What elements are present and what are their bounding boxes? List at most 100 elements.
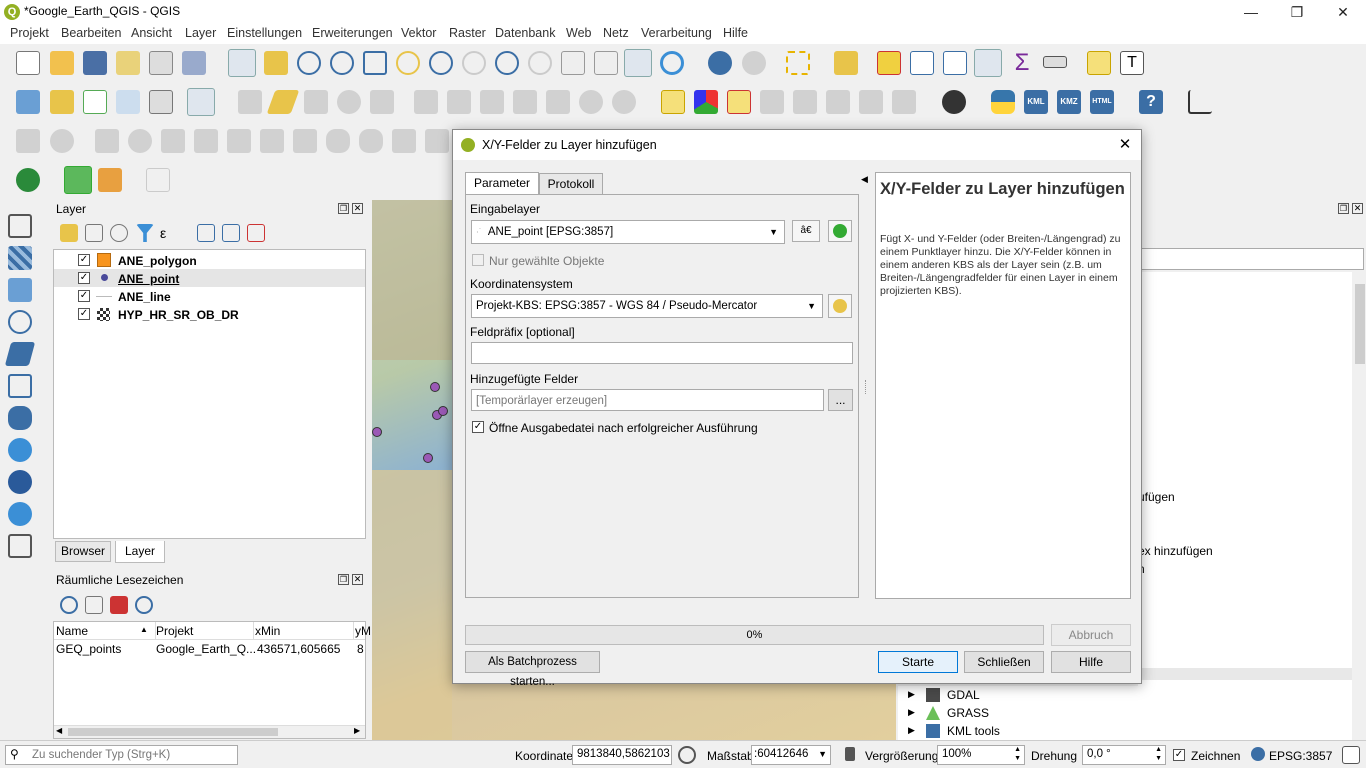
zoom-last-icon[interactable] bbox=[495, 51, 519, 75]
starte-button[interactable]: Starte bbox=[878, 651, 958, 673]
delete-part-icon[interactable] bbox=[293, 129, 317, 153]
menu-projekt[interactable]: Projekt bbox=[10, 26, 49, 40]
layer-visibility-checkbox[interactable]: ✓ bbox=[78, 254, 90, 266]
refresh-icon[interactable] bbox=[660, 51, 684, 75]
layer-row-ane-polygon[interactable]: ✓ ANE_polygon bbox=[54, 251, 365, 269]
show-hide-labels-icon[interactable] bbox=[793, 90, 817, 114]
save-project-icon[interactable] bbox=[83, 51, 107, 75]
browse-output-button[interactable]: ... bbox=[828, 389, 853, 411]
save-edits-icon[interactable] bbox=[304, 90, 328, 114]
layer-row-hyp-hr[interactable]: ✓ HYP_HR_SR_OB_DR bbox=[54, 305, 365, 323]
open-project-icon[interactable] bbox=[50, 51, 74, 75]
map-tips-icon[interactable] bbox=[1087, 51, 1111, 75]
zoom-full-icon[interactable] bbox=[363, 51, 387, 75]
data-source-manager-icon[interactable] bbox=[16, 90, 40, 114]
identify-features-icon[interactable] bbox=[708, 51, 732, 75]
copy-features-icon[interactable] bbox=[513, 90, 537, 114]
vergroesserung-spinbox[interactable]: 100% ▲ ▼ bbox=[937, 745, 1025, 765]
output-layer-input[interactable]: [Temporärlayer erzeugen] bbox=[471, 389, 824, 411]
close-panel-icon[interactable]: ✕ bbox=[352, 574, 363, 585]
scrollbar-thumb[interactable] bbox=[1355, 284, 1365, 364]
show-bookmarks-icon[interactable] bbox=[624, 49, 652, 77]
add-wfs-icon[interactable] bbox=[8, 502, 32, 526]
layer-labeling-icon[interactable] bbox=[661, 90, 685, 114]
crs-label[interactable]: EPSG:3857 bbox=[1269, 749, 1332, 763]
layer-visibility-checkbox[interactable]: ✓ bbox=[78, 272, 90, 284]
style-manager-icon[interactable] bbox=[182, 51, 206, 75]
messages-icon[interactable] bbox=[1342, 746, 1360, 764]
close-window-button[interactable]: ✕ bbox=[1320, 0, 1366, 24]
edit-pencil-dim-icon[interactable] bbox=[238, 90, 262, 114]
open-output-checkbox[interactable]: ✓ bbox=[472, 421, 484, 433]
move-label-icon[interactable] bbox=[826, 90, 850, 114]
koordinate-field[interactable]: 9813840,5862103 bbox=[572, 745, 672, 765]
add-virtual-layer-icon[interactable] bbox=[8, 374, 32, 398]
globe-plugin-icon[interactable] bbox=[16, 168, 40, 192]
scroll-left-icon[interactable]: ◀ bbox=[56, 726, 62, 735]
expand-all-icon[interactable] bbox=[197, 224, 215, 242]
delete-ring-icon[interactable] bbox=[260, 129, 284, 153]
menu-einstellungen[interactable]: Einstellungen bbox=[227, 26, 302, 40]
hilfe-button[interactable]: Hilfe bbox=[1051, 651, 1131, 673]
expand-arrow-icon[interactable]: ▶ bbox=[908, 707, 915, 718]
delete-selected-icon[interactable] bbox=[447, 90, 471, 114]
layer-visibility-checkbox[interactable]: ✓ bbox=[78, 290, 90, 302]
deselect-all-icon[interactable] bbox=[877, 51, 901, 75]
zoom-to-bookmark-icon[interactable] bbox=[60, 596, 78, 614]
iterate-over-features-button[interactable]: â€ bbox=[792, 220, 820, 242]
scrollbar-thumb[interactable] bbox=[68, 728, 278, 736]
georeferencer-icon[interactable] bbox=[98, 168, 122, 192]
fill-ring-icon[interactable] bbox=[227, 129, 251, 153]
kmz-icon[interactable]: KMZ bbox=[1057, 90, 1081, 114]
diagram-options-icon[interactable] bbox=[694, 90, 718, 114]
pin-labels-icon[interactable] bbox=[760, 90, 784, 114]
add-vector-tile-icon[interactable] bbox=[8, 534, 32, 558]
restore-button[interactable]: ❐ bbox=[1274, 0, 1320, 24]
collapse-all-icon[interactable] bbox=[222, 224, 240, 242]
layer-row-ane-line[interactable]: ✓ ANE_line bbox=[54, 287, 365, 305]
close-panel-icon[interactable]: ✕ bbox=[1352, 203, 1363, 214]
add-part-icon[interactable] bbox=[194, 129, 218, 153]
koordsys-combo[interactable]: Projekt-KBS: EPSG:3857 - WGS 84 / Pseudo… bbox=[471, 294, 823, 318]
tab-protokoll[interactable]: Protokoll bbox=[539, 173, 603, 194]
table-row[interactable]: GEQ_points Google_Earth_Q... 436571,6056… bbox=[54, 640, 365, 658]
menu-ansicht[interactable]: Ansicht bbox=[131, 26, 172, 40]
menu-web[interactable]: Web bbox=[566, 26, 591, 40]
rotate-label-icon[interactable] bbox=[859, 90, 883, 114]
crs-globe-icon[interactable] bbox=[1251, 747, 1265, 761]
undock-icon[interactable]: ❐ bbox=[338, 203, 349, 214]
advanced-digitizing-icon[interactable] bbox=[16, 129, 40, 153]
field-calculator-icon[interactable] bbox=[943, 51, 967, 75]
layout-manager-icon[interactable] bbox=[149, 51, 173, 75]
layer-row-ane-point[interactable]: ✓ ANE_point bbox=[54, 269, 365, 287]
tab-parameter[interactable]: Parameter bbox=[465, 172, 539, 194]
zoom-out-icon[interactable] bbox=[330, 51, 354, 75]
change-label-icon[interactable] bbox=[892, 90, 916, 114]
add-spatialite-icon[interactable] bbox=[4, 342, 36, 366]
coordinate-capture-icon[interactable] bbox=[146, 168, 170, 192]
select-features-icon[interactable] bbox=[786, 51, 810, 75]
vertex-tool-icon[interactable] bbox=[370, 90, 394, 114]
locator-search-input[interactable]: ⚲ Zu suchender Typ (Strg+K) bbox=[5, 745, 238, 765]
add-bookmark-icon[interactable] bbox=[85, 596, 103, 614]
simplify-feature-icon[interactable] bbox=[128, 129, 152, 153]
toolbox-partial-item[interactable]: ufügen bbox=[1138, 490, 1175, 504]
split-features-icon[interactable] bbox=[392, 129, 416, 153]
select-crs-button[interactable] bbox=[828, 294, 852, 318]
menu-vektor[interactable]: Vektor bbox=[401, 26, 436, 40]
pan-map-icon[interactable] bbox=[228, 49, 256, 77]
abbruch-button[interactable]: Abbruch bbox=[1051, 624, 1131, 646]
add-mesh-layer-icon[interactable] bbox=[8, 278, 32, 302]
toolbox-partial-item[interactable]: ex hinzufügen bbox=[1138, 544, 1213, 558]
menu-verarbeitung[interactable]: Verarbeitung bbox=[641, 26, 712, 40]
remove-layer-icon[interactable] bbox=[247, 224, 265, 242]
column-header-projekt[interactable]: Projekt bbox=[156, 624, 193, 638]
add-vector-layer-icon[interactable] bbox=[8, 214, 32, 238]
python-console-icon[interactable] bbox=[991, 90, 1015, 114]
new-map-view-icon[interactable] bbox=[561, 51, 585, 75]
horizontal-scrollbar[interactable]: ◀ ▶ bbox=[54, 725, 365, 738]
select-by-value-icon[interactable] bbox=[834, 51, 858, 75]
add-raster-layer-icon[interactable] bbox=[8, 246, 32, 270]
schliessen-button[interactable]: Schließen bbox=[964, 651, 1044, 673]
close-panel-icon[interactable]: ✕ bbox=[352, 203, 363, 214]
